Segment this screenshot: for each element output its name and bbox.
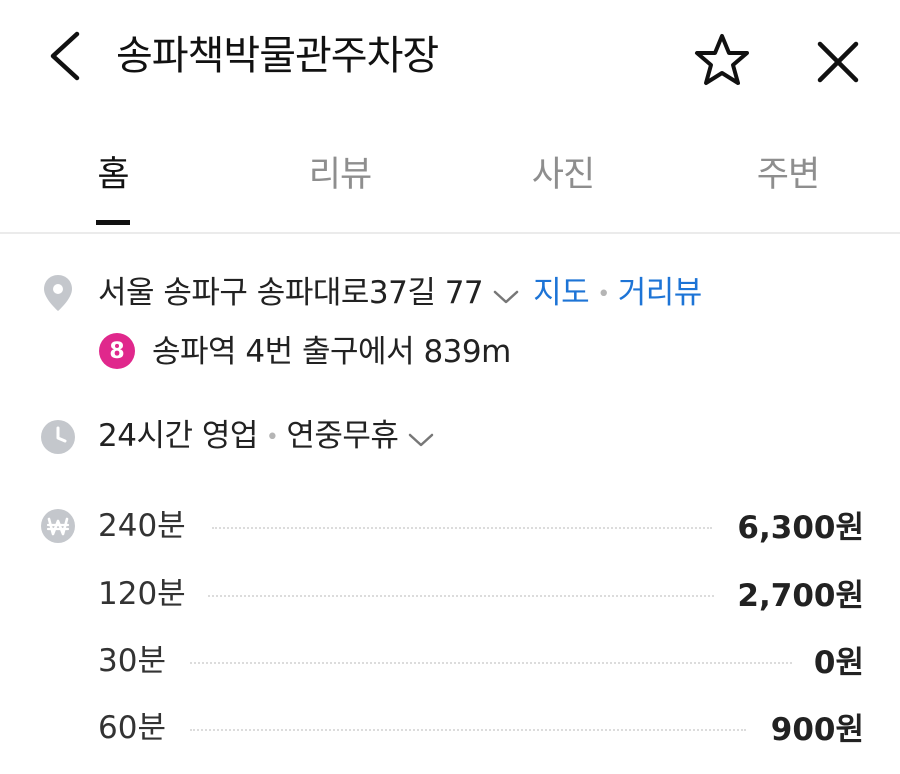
- address-expand-button[interactable]: [493, 273, 519, 317]
- tab-nearby[interactable]: 주변: [738, 150, 838, 220]
- fee-price: 6,300원: [737, 510, 864, 546]
- chevron-left-icon: [50, 31, 80, 81]
- street-view-link[interactable]: 거리뷰: [618, 275, 703, 311]
- won-icon: [38, 506, 78, 546]
- fee-row: 240분 6,300원: [98, 502, 864, 552]
- fee-duration: 30분: [98, 643, 166, 679]
- subway-line-badge: 8: [99, 333, 135, 369]
- favorite-button[interactable]: [690, 30, 754, 90]
- fee-duration: 60분: [98, 710, 166, 746]
- hours-expand-button[interactable]: [408, 416, 434, 460]
- back-button[interactable]: [38, 28, 90, 84]
- dotted-leader: [190, 729, 746, 731]
- chevron-down-icon: [493, 290, 519, 303]
- close-icon: [817, 41, 859, 83]
- active-tab-indicator: [96, 220, 130, 225]
- address-line: 서울 송파구 송파대로37길 77 지도 • 거리뷰: [98, 271, 702, 317]
- tab-photos[interactable]: 사진: [513, 150, 613, 220]
- tab-reviews[interactable]: 리뷰: [290, 150, 390, 220]
- fee-row: 120분 2,700원: [98, 570, 864, 620]
- fee-row: 60분 900원: [98, 704, 864, 754]
- separator-dot: •: [597, 281, 610, 307]
- hours-line: 24시간 영업 • 연중무휴: [98, 414, 448, 460]
- separator-dot: •: [265, 424, 279, 450]
- closed-days: 연중무휴: [286, 418, 399, 454]
- fee-duration: 120분: [98, 576, 186, 612]
- chevron-down-icon: [409, 433, 434, 446]
- page-title: 송파책박물관주차장: [116, 33, 439, 79]
- fee-row: 30분 0원: [98, 637, 864, 687]
- fee-price: 0원: [813, 645, 864, 681]
- top-bar: 송파책박물관주차장: [0, 0, 900, 120]
- tab-bar: 홈 리뷰 사진 주변: [0, 140, 900, 234]
- fee-duration: 240분: [98, 508, 186, 544]
- fee-price: 900원: [770, 712, 864, 748]
- tab-home[interactable]: 홈: [76, 150, 150, 220]
- map-link[interactable]: 지도: [533, 275, 590, 311]
- map-pin-icon: [38, 273, 78, 313]
- hours-status: 24시간 영업: [98, 418, 258, 454]
- address-text: 서울 송파구 송파대로37길 77: [98, 275, 484, 311]
- dotted-leader: [212, 527, 712, 529]
- subway-distance-text: 송파역 4번 출구에서 839m: [152, 334, 511, 370]
- clock-icon: [38, 417, 78, 457]
- dotted-leader: [208, 595, 714, 597]
- fee-price: 2,700원: [737, 578, 864, 614]
- dotted-leader: [190, 662, 792, 664]
- star-outline-icon: [695, 34, 749, 85]
- close-button[interactable]: [808, 32, 868, 92]
